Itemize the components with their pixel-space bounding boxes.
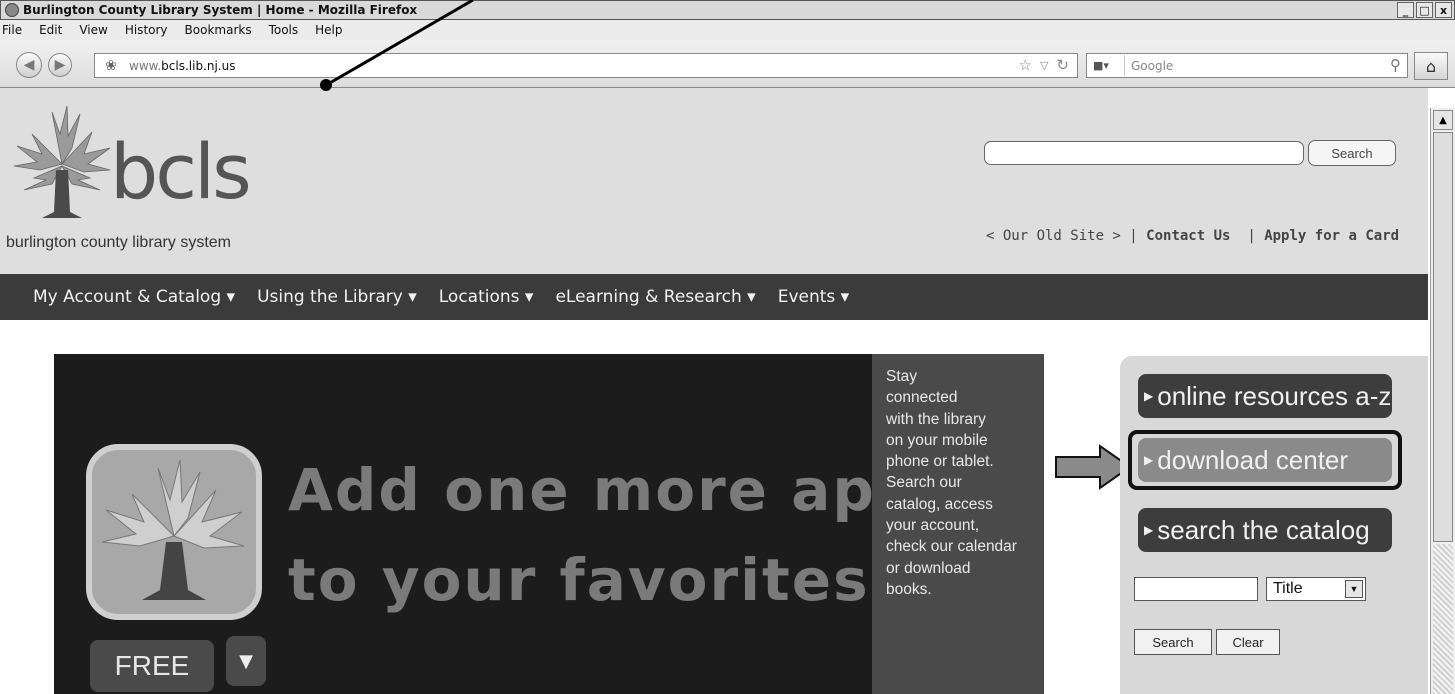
banner-headline-1: Add one more app: [288, 456, 920, 524]
old-site-link[interactable]: < Our Old Site >: [986, 228, 1121, 244]
window-title: Burlington County Library System | Home …: [23, 3, 418, 17]
scroll-up-icon[interactable]: ▲: [1433, 110, 1453, 130]
close-button[interactable]: x: [1435, 2, 1452, 18]
main-navigation: My Account & Catalog ▾ Using the Library…: [0, 274, 1428, 320]
dropdown-icon[interactable]: ▽: [1040, 56, 1048, 76]
search-icon[interactable]: ⚲: [1390, 56, 1401, 74]
url-bar[interactable]: ❀ www.bcls.lib.nj.us ☆ ▽ ↻: [94, 53, 1078, 78]
banner-side-text: Stay connected with the library on your …: [872, 354, 1044, 694]
scroll-thumb[interactable]: [1433, 132, 1453, 542]
banner-headline-2: to your favorites...: [288, 546, 942, 614]
star-icon[interactable]: ☆: [1019, 56, 1032, 76]
reload-icon[interactable]: ↻: [1056, 56, 1069, 76]
menu-bar: File Edit View History Bookmarks Tools H…: [0, 20, 1455, 40]
header-links: < Our Old Site > | Contact Us | Apply fo…: [986, 228, 1400, 244]
chevron-down-icon[interactable]: ▼: [1345, 580, 1363, 598]
nav-elearning[interactable]: eLearning & Research ▾: [555, 287, 755, 307]
menu-edit[interactable]: Edit: [39, 23, 62, 37]
site-icon: ❀: [105, 57, 117, 74]
search-catalog-button[interactable]: ▶ search the catalog: [1138, 508, 1392, 552]
triangle-right-icon: ▶: [1144, 389, 1154, 403]
forward-icon[interactable]: ▶: [48, 53, 72, 77]
app-tree-icon: [86, 444, 262, 620]
logo-text[interactable]: bcls: [110, 134, 252, 210]
apply-card-link[interactable]: Apply for a Card: [1264, 228, 1399, 244]
chevron-down-icon[interactable]: ▼: [226, 636, 266, 686]
catalog-clear-button[interactable]: Clear: [1216, 629, 1280, 655]
menu-history[interactable]: History: [125, 23, 168, 37]
url-actions: ☆ ▽ ↻: [1019, 56, 1070, 76]
menu-help[interactable]: Help: [315, 23, 342, 37]
vertical-scrollbar[interactable]: ▲: [1430, 108, 1455, 694]
catalog-type-select[interactable]: Title ▼: [1266, 577, 1366, 601]
url-prefix: www.: [129, 58, 162, 73]
menu-bookmarks[interactable]: Bookmarks: [185, 23, 252, 37]
nav-my-account[interactable]: My Account & Catalog ▾: [33, 287, 235, 307]
page-viewport: bcls burlington county library system Se…: [0, 88, 1428, 694]
web-search-bar[interactable]: ■▾ Google ⚲: [1086, 53, 1408, 78]
url-text: www.bcls.lib.nj.us: [129, 59, 235, 73]
home-icon[interactable]: ⌂: [1414, 52, 1448, 80]
search-engine-label: Google: [1131, 58, 1174, 73]
google-icon[interactable]: ■▾: [1089, 55, 1125, 76]
site-search-button[interactable]: Search: [1308, 140, 1396, 166]
menu-tools[interactable]: Tools: [269, 23, 299, 37]
maximize-button[interactable]: □: [1416, 2, 1433, 18]
back-icon[interactable]: ◀: [16, 52, 42, 78]
nav-using-library[interactable]: Using the Library ▾: [257, 287, 417, 307]
window-controls: _ □ x: [1397, 2, 1452, 18]
minimize-button[interactable]: _: [1397, 2, 1414, 18]
catalog-search-input[interactable]: [1134, 577, 1258, 601]
site-header: bcls burlington county library system Se…: [0, 88, 1428, 274]
menu-file[interactable]: File: [2, 23, 22, 37]
promo-banner[interactable]: Add one more app to your favorites... FR…: [54, 354, 1044, 694]
navigation-toolbar: ◀ ▶ ❀ www.bcls.lib.nj.us ☆ ▽ ↻ ■▾ Google…: [0, 40, 1455, 88]
tree-logo-icon: [13, 105, 111, 218]
window-titlebar: Burlington County Library System | Home …: [0, 0, 1455, 20]
nav-events[interactable]: Events ▾: [778, 287, 850, 307]
site-search-input[interactable]: [984, 141, 1304, 165]
logo-subtitle: burlington county library system: [6, 234, 231, 251]
online-resources-button[interactable]: ▶ online resources a-z: [1138, 374, 1392, 418]
contact-us-link[interactable]: Contact Us: [1146, 228, 1230, 244]
scroll-track[interactable]: [1433, 544, 1453, 694]
free-button[interactable]: FREE: [90, 640, 214, 692]
catalog-search-button[interactable]: Search: [1134, 629, 1212, 655]
download-center-highlight: [1128, 430, 1402, 490]
menu-view[interactable]: View: [79, 23, 107, 37]
firefox-icon: [5, 3, 19, 17]
nav-locations[interactable]: Locations ▾: [439, 287, 534, 307]
triangle-right-icon: ▶: [1144, 523, 1154, 537]
url-domain: bcls.lib.nj.us: [161, 58, 236, 73]
